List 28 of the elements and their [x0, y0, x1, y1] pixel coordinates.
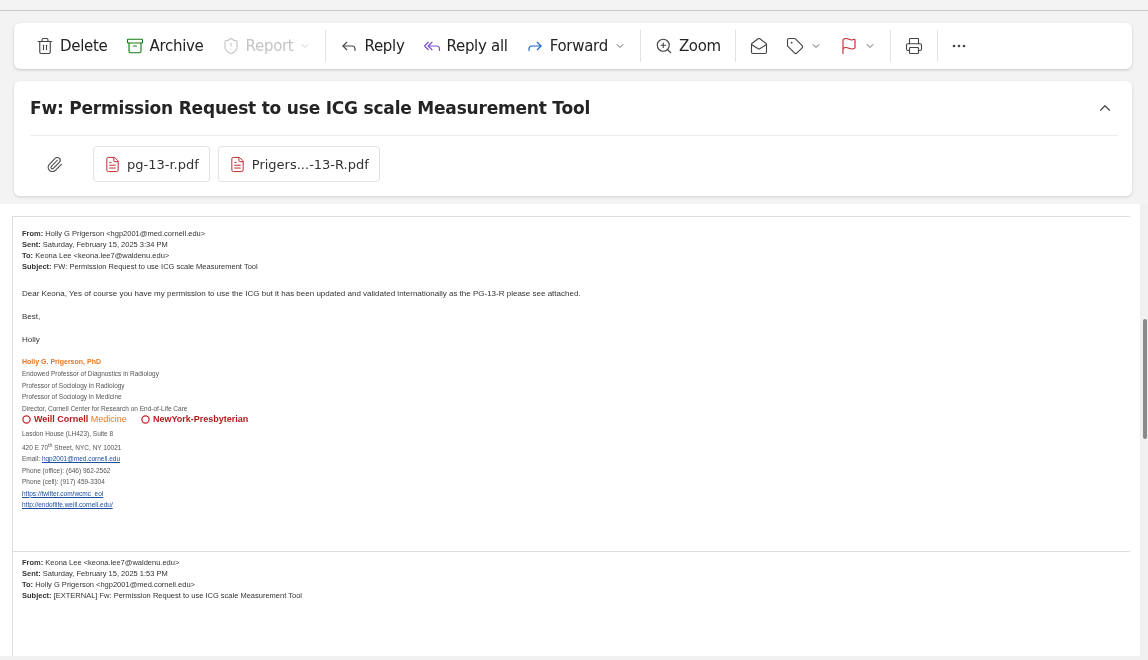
shield-icon	[221, 37, 240, 55]
toolbar-button[interactable]: Forward	[517, 30, 634, 62]
message-subject: Fw: Permission Request to use ICG scale Measurement Tool	[30, 98, 591, 118]
flag-icon	[839, 37, 858, 55]
zoom-in-icon	[654, 37, 673, 55]
attachment[interactable]: pg-13-r.pdf	[93, 146, 210, 182]
more-icon	[951, 44, 966, 48]
toolbar-button[interactable]: Reply	[332, 30, 413, 62]
body-text: Best,	[22, 312, 42, 322]
attachment[interactable]: Prigers...-13-R.pdf	[217, 146, 380, 182]
body-text: Holly	[22, 335, 41, 345]
archive-box-icon	[125, 37, 144, 55]
printer-icon	[904, 37, 923, 55]
logo: NewYork-Presbyterian	[140, 414, 249, 424]
logo-mark-icon	[22, 414, 31, 424]
trash-icon	[36, 37, 54, 55]
pdf-file-icon	[228, 155, 246, 173]
body-text: Dear Keona, Yes of course you have my permission to use the ICG but it has been updated and validated internationally as the PG-13-R please see attached.	[22, 289, 582, 299]
logo: Weill Cornell Medicine	[22, 414, 127, 424]
toolbar-button[interactable]: Reply all	[414, 30, 516, 62]
toolbar-button[interactable]: Zoom	[646, 30, 729, 62]
tag-icon	[785, 37, 804, 55]
paperclip-icon	[46, 155, 63, 173]
toolbar-button[interactable]: Delete	[28, 30, 116, 62]
envelope-icon	[749, 37, 768, 55]
toolbar-button[interactable]: Archive	[117, 30, 212, 62]
logo-mark-icon	[140, 414, 150, 424]
pdf-file-icon	[104, 155, 121, 173]
